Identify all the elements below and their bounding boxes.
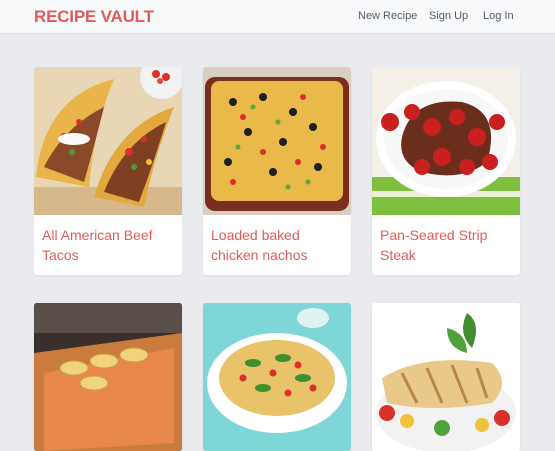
recipe-title[interactable]: All American Beef Tacos (42, 225, 174, 265)
recipe-card-pasta-salad[interactable] (203, 303, 351, 451)
nav-new-recipe[interactable]: New Recipe (358, 10, 417, 22)
recipe-card-salmon[interactable] (34, 303, 182, 451)
recipe-title[interactable]: Loaded baked chicken nachos (211, 225, 343, 265)
nav-log-in[interactable]: Log In (483, 10, 514, 22)
recipe-card-grilled-chicken[interactable] (372, 303, 520, 451)
recipe-card-tacos[interactable]: All American Beef Tacos (34, 67, 182, 275)
tacos-image[interactable] (34, 67, 182, 215)
recipe-title[interactable]: Pan-Seared Strip Steak (380, 225, 512, 265)
pasta-salad-image[interactable] (203, 303, 351, 451)
recipe-card-steak[interactable]: Pan-Seared Strip Steak (372, 67, 520, 275)
top-navbar: RECIPE VAULT New Recipe Sign Up Log In (0, 0, 555, 34)
grilled-chicken-image[interactable] (372, 303, 520, 451)
steak-image[interactable] (372, 67, 520, 215)
nachos-image[interactable] (203, 67, 351, 215)
recipe-card-nachos[interactable]: Loaded baked chicken nachos (203, 67, 351, 275)
brand-logo[interactable]: RECIPE VAULT (34, 7, 154, 27)
nav-sign-up[interactable]: Sign Up (429, 10, 468, 22)
salmon-image[interactable] (34, 303, 182, 451)
